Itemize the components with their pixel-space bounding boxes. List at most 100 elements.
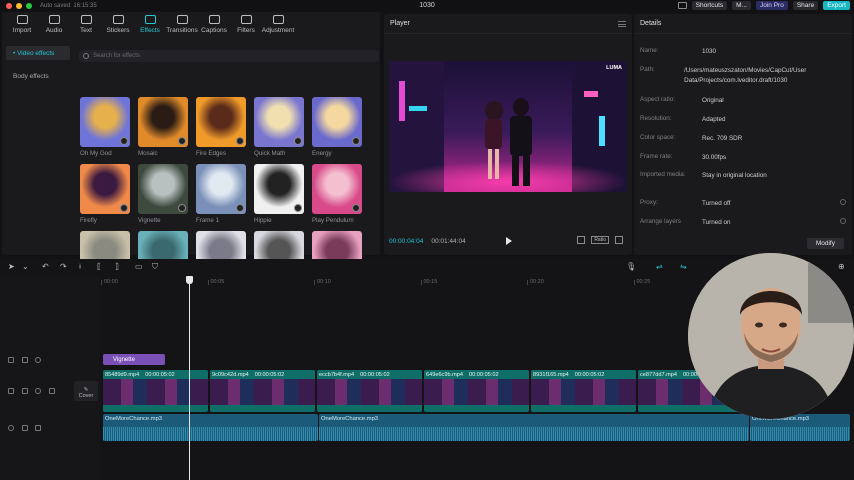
video-clip-duration: 00:00:05:02 bbox=[254, 371, 285, 378]
toolbar-label: Filters bbox=[237, 27, 255, 34]
download-icon[interactable] bbox=[120, 204, 128, 212]
details-title: Details bbox=[640, 20, 662, 27]
download-icon[interactable] bbox=[294, 137, 302, 145]
info-icon[interactable] bbox=[840, 218, 846, 224]
effect-clip-label: Vignette bbox=[113, 356, 135, 363]
effect-label: Firefly bbox=[80, 217, 97, 224]
toolbar-effects-button[interactable]: Effects bbox=[134, 15, 166, 40]
ruler-tick: 00:25 bbox=[633, 279, 651, 285]
detail-value: 30.00fps bbox=[702, 154, 727, 161]
lock-icon[interactable] bbox=[22, 388, 28, 394]
audio-clip[interactable]: OneMoreChance.mp3 bbox=[319, 414, 749, 441]
select-tool-icon[interactable]: ➤ bbox=[8, 263, 15, 271]
delete-icon[interactable]: ▭ bbox=[135, 263, 143, 271]
video-clip[interactable]: 85489d9.mp4 00:00:05:02 bbox=[103, 370, 208, 412]
effect-item[interactable]: Hippie bbox=[254, 164, 304, 224]
download-icon[interactable] bbox=[294, 204, 302, 212]
chevron-down-icon[interactable]: ⌄ bbox=[22, 263, 29, 271]
effect-item[interactable]: Energy bbox=[312, 97, 362, 157]
zoom-icon[interactable]: ⊕ bbox=[838, 263, 845, 271]
toolbar-adjustment-button[interactable]: Adjustment bbox=[262, 15, 294, 40]
download-icon[interactable] bbox=[236, 137, 244, 145]
search-input[interactable]: Search for effects bbox=[79, 50, 379, 62]
video-clip-name: 8931f165.mp4 bbox=[533, 371, 569, 378]
sidebar-item[interactable]: Body effects bbox=[6, 69, 70, 83]
menu-icon[interactable] bbox=[618, 20, 626, 27]
effect-item[interactable]: Quick Math bbox=[254, 97, 304, 157]
export-button[interactable]: Export bbox=[823, 1, 850, 10]
ruler-tick: 00:15 bbox=[420, 279, 438, 285]
toolbar-filters-button[interactable]: Filters bbox=[230, 15, 262, 40]
toolbar-text-button[interactable]: Text bbox=[70, 15, 102, 40]
link-clips-icon[interactable]: ⇌ bbox=[656, 263, 663, 271]
ratio-button[interactable]: Ratio bbox=[591, 236, 609, 244]
detail-value: 1030 bbox=[702, 48, 717, 55]
user-menu[interactable]: M... bbox=[732, 1, 751, 10]
effect-clip[interactable]: Vignette bbox=[103, 354, 165, 365]
export-label: Export bbox=[827, 2, 846, 9]
join-pro-button[interactable]: Join Pro bbox=[755, 1, 788, 10]
toolbar-captions-button[interactable]: Captions bbox=[198, 15, 230, 40]
effect-label: Oh My God bbox=[80, 150, 112, 157]
download-icon[interactable] bbox=[236, 204, 244, 212]
download-icon[interactable] bbox=[352, 204, 360, 212]
download-icon[interactable] bbox=[178, 137, 186, 145]
toolbar-audio-button[interactable]: Audio bbox=[38, 15, 70, 40]
video-clip[interactable]: 8931f165.mp4 00:00:05:02 bbox=[531, 370, 636, 412]
detail-row: Path: /Users/mateuszszaton/Movies/CapCut/… bbox=[640, 66, 846, 85]
share-label: Share bbox=[796, 2, 815, 9]
effect-item[interactable]: Frame 1 bbox=[196, 164, 246, 224]
detail-row: Proxy: Turned off bbox=[640, 199, 846, 209]
video-clip[interactable]: 649e6c9b.mp4 00:00:05:02 bbox=[424, 370, 529, 412]
toolbar-stickers-button[interactable]: Stickers bbox=[102, 15, 134, 40]
detail-row: Name: 1030 bbox=[640, 47, 846, 57]
lock-icon[interactable] bbox=[22, 425, 28, 431]
shield-icon[interactable]: ⛉ bbox=[152, 263, 158, 271]
sidebar-item[interactable]: • Video effects bbox=[6, 46, 70, 60]
effect-thumbnail bbox=[80, 97, 130, 147]
layout-icon[interactable] bbox=[677, 2, 687, 9]
download-icon[interactable] bbox=[178, 204, 186, 212]
video-clip-name: 649e6c9b.mp4 bbox=[426, 371, 464, 378]
cover-button[interactable]: ✎ Cover bbox=[74, 381, 98, 401]
video-clip[interactable]: eccb7b4f.mp4 00:00:05:02 bbox=[317, 370, 422, 412]
effect-item[interactable]: Fire Edges bbox=[196, 97, 246, 157]
speaker-icon[interactable] bbox=[35, 425, 41, 431]
toolbar-import-button[interactable]: Import bbox=[6, 15, 38, 40]
share-button[interactable]: Share bbox=[792, 1, 819, 10]
audio-clip[interactable]: OneMoreChance.mp3 bbox=[103, 414, 318, 441]
video-clip[interactable]: 9c09c42d.mp4 00:00:05:02 bbox=[210, 370, 315, 412]
split-left-icon[interactable]: ⟦ bbox=[97, 263, 101, 271]
redo-icon[interactable]: ↷ bbox=[60, 263, 67, 271]
effect-item[interactable]: Vignette bbox=[138, 164, 188, 224]
speaker-icon[interactable] bbox=[49, 388, 55, 394]
video-clip-header: eccb7b4f.mp4 00:00:05:02 bbox=[317, 370, 422, 379]
effect-item[interactable]: Play Pendulum bbox=[312, 164, 362, 224]
effect-item[interactable]: Mosaic bbox=[138, 97, 188, 157]
shortcuts-button[interactable]: Shortcuts bbox=[691, 1, 728, 10]
effect-item[interactable]: Firefly bbox=[80, 164, 130, 224]
play-icon[interactable] bbox=[506, 237, 512, 245]
eye-icon[interactable] bbox=[35, 388, 41, 394]
video-clip-header: 8931f165.mp4 00:00:05:02 bbox=[531, 370, 636, 379]
fit-view-icon[interactable] bbox=[577, 236, 586, 244]
modify-button[interactable]: Modify bbox=[806, 238, 844, 249]
undo-icon[interactable]: ↶ bbox=[42, 263, 49, 271]
snap-icon[interactable]: ⇋ bbox=[680, 263, 687, 271]
split-icon[interactable]: ⟊ bbox=[79, 263, 81, 271]
download-icon[interactable] bbox=[120, 137, 128, 145]
toolbar-transitions-button[interactable]: Transitions bbox=[166, 15, 198, 40]
effects-sidebar: • Video effects Body effects bbox=[6, 46, 70, 92]
playhead[interactable] bbox=[189, 277, 190, 480]
shortcuts-label: Shortcuts bbox=[695, 2, 724, 9]
microphone-icon[interactable]: 🎙 bbox=[626, 263, 636, 271]
info-icon[interactable] bbox=[840, 199, 846, 205]
lock-icon[interactable] bbox=[8, 357, 14, 363]
download-icon[interactable] bbox=[352, 137, 360, 145]
split-right-icon[interactable]: ⟧ bbox=[115, 263, 119, 271]
eye-icon[interactable] bbox=[35, 357, 41, 363]
video-preview[interactable]: LUMA bbox=[389, 61, 627, 192]
effect-item[interactable]: Oh My God bbox=[80, 97, 130, 157]
fullscreen-icon[interactable] bbox=[615, 236, 623, 244]
lock-icon[interactable] bbox=[22, 357, 28, 363]
